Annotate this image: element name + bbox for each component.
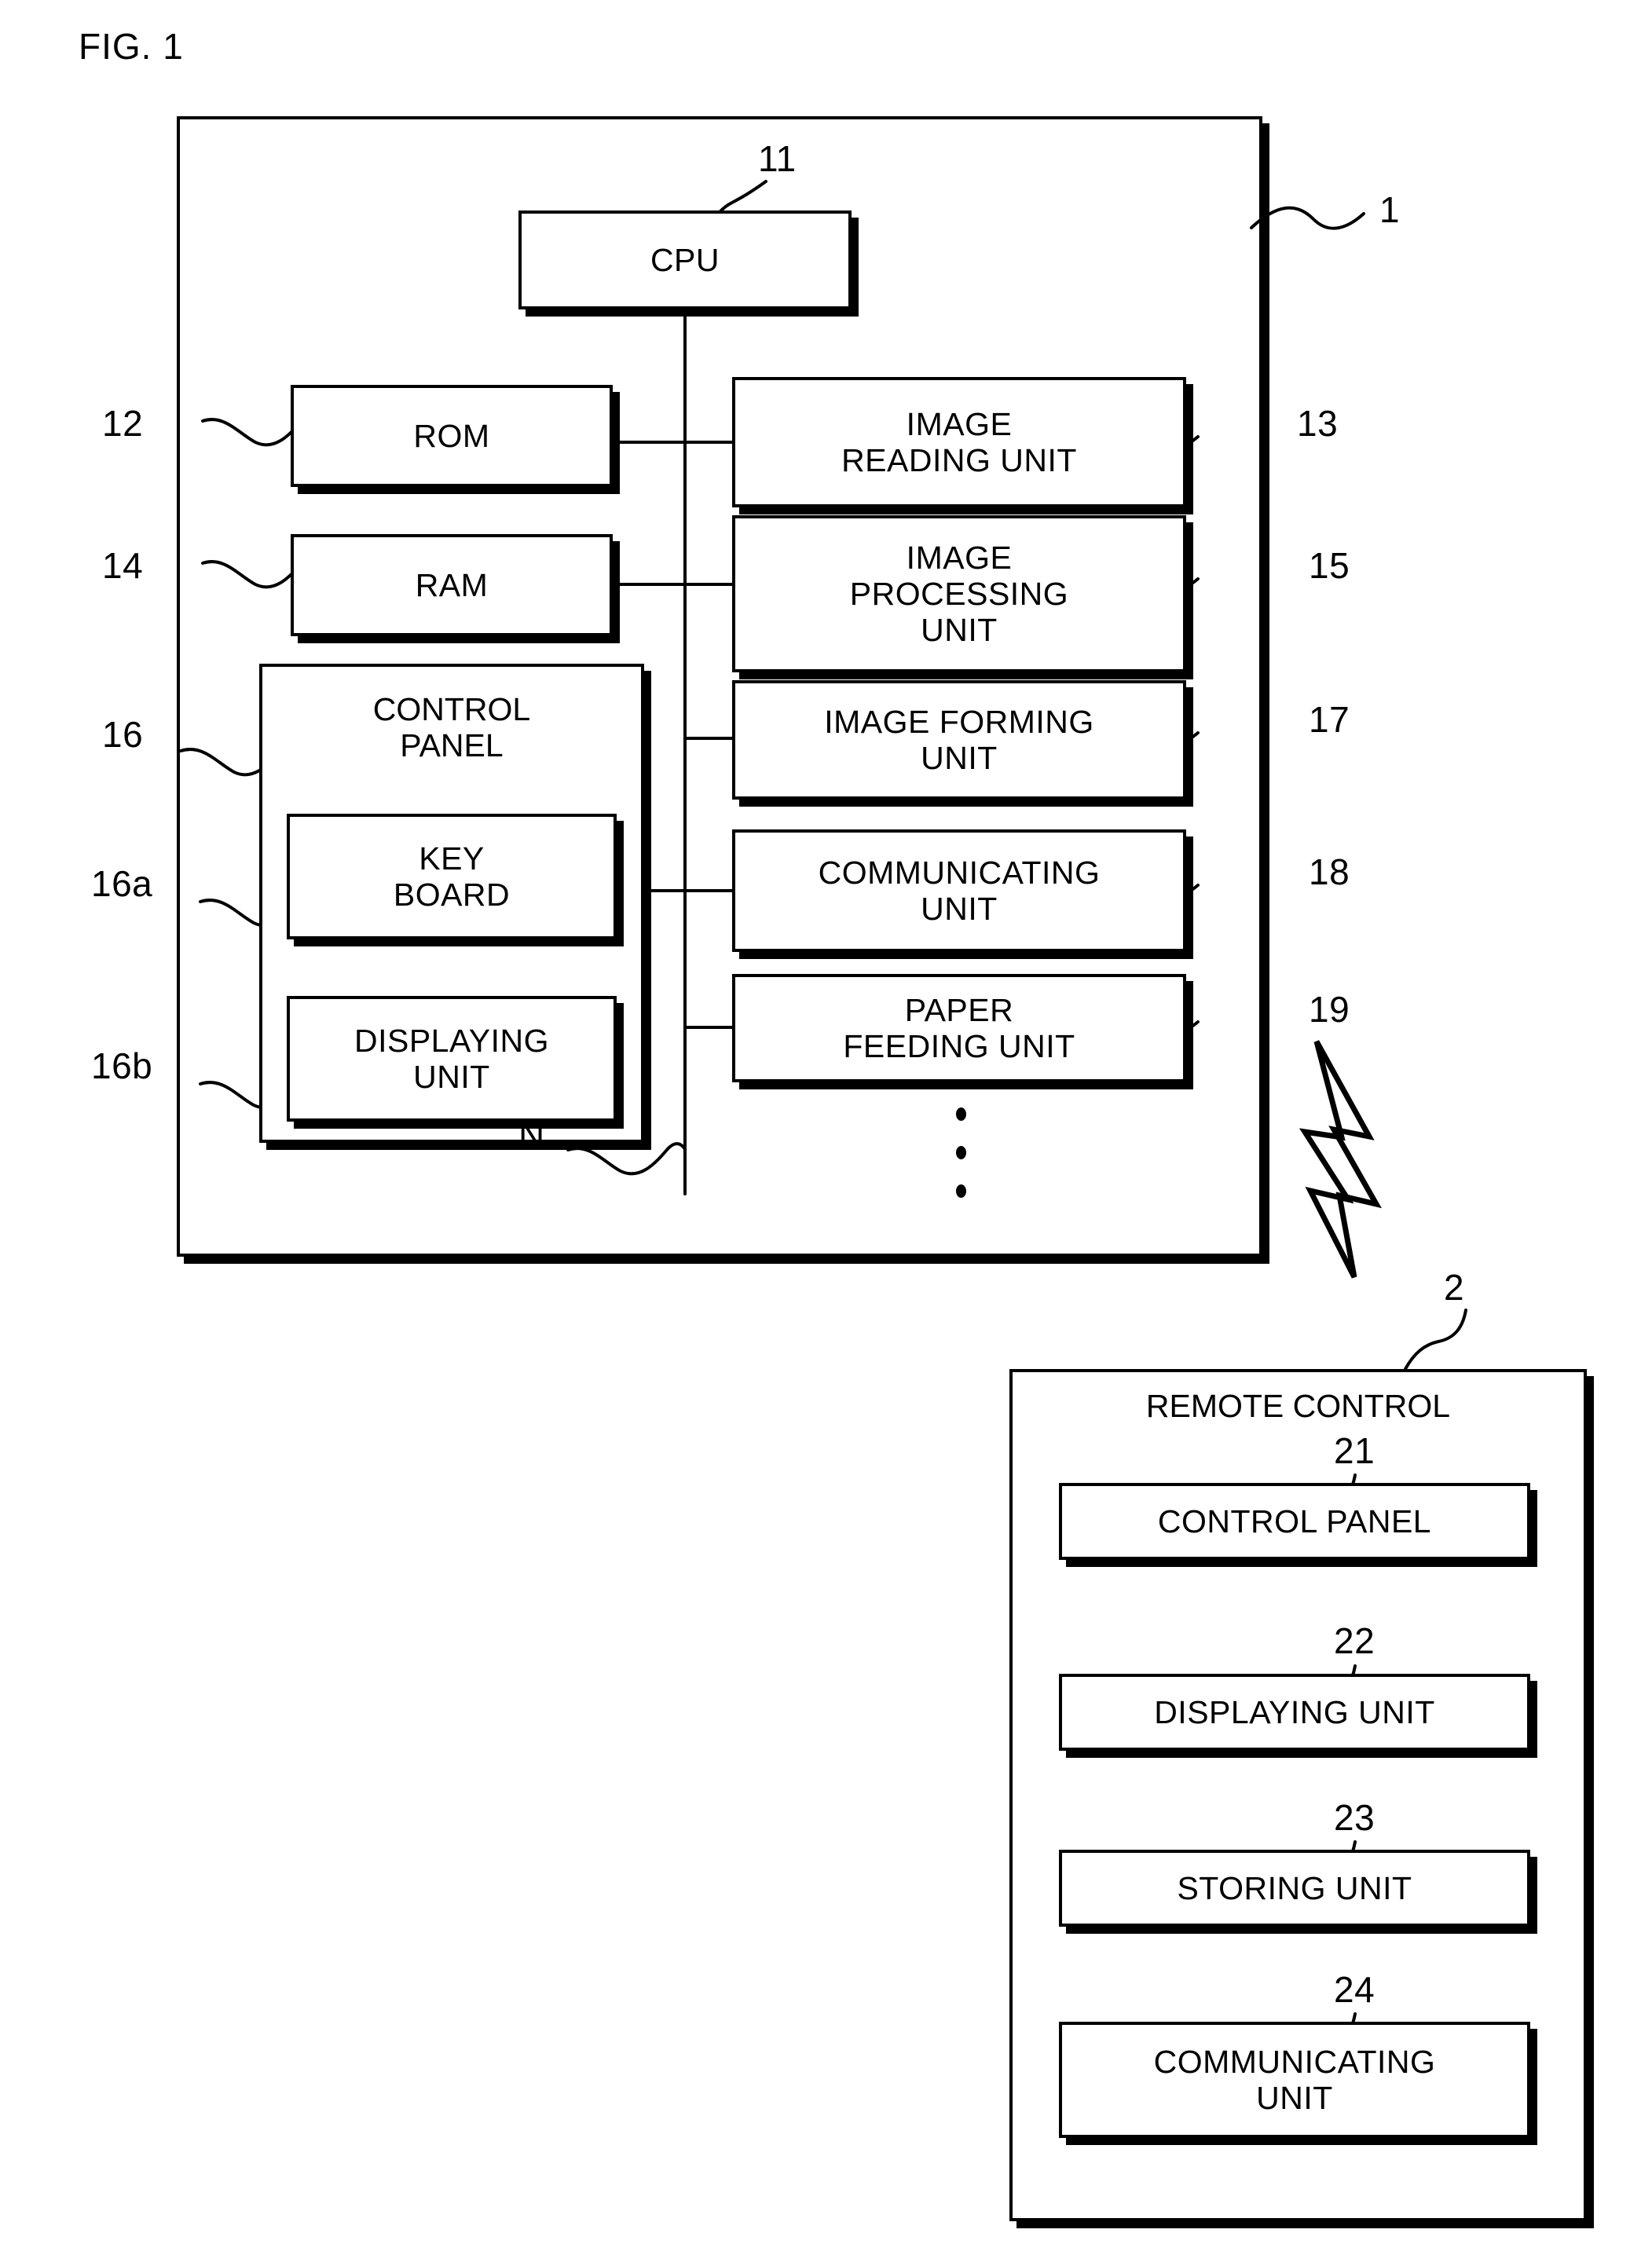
communicating-unit-box: COMMUNICATING UNIT (732, 829, 1186, 952)
ref-label-21: 21 (1334, 1430, 1375, 1471)
dot-3 (955, 1184, 966, 1198)
ref-label-1: 1 (1379, 189, 1401, 230)
remote-control-panel-box: CONTROL PANEL (1059, 1483, 1530, 1560)
ram-label: RAM (415, 566, 489, 603)
key-board-box: KEY BOARD (287, 814, 617, 939)
key-board-label: KEY BOARD (393, 840, 511, 913)
rom-label: ROM (413, 417, 490, 454)
ref-label-19: 19 (1309, 989, 1350, 1030)
remote-control-panel-label: CONTROL PANEL (1157, 1503, 1432, 1539)
ref-label-13: 13 (1297, 403, 1339, 444)
communicating-unit-label: COMMUNICATING UNIT (818, 854, 1101, 927)
image-forming-unit-label: IMAGE FORMING UNIT (824, 703, 1094, 776)
ref-label-18: 18 (1309, 851, 1350, 892)
remote-storing-unit-box: STORING UNIT (1059, 1850, 1530, 1927)
ref-label-2: 2 (1444, 1267, 1465, 1308)
remote-communicating-unit-box: COMMUNICATING UNIT (1059, 2022, 1530, 2138)
image-reading-unit-label: IMAGE READING UNIT (841, 405, 1077, 478)
control-panel-label: CONTROL PANEL (372, 691, 531, 764)
image-reading-unit-box: IMAGE READING UNIT (732, 377, 1186, 507)
lightning-bolt-icon (1299, 1040, 1383, 1279)
displaying-unit-label: DISPLAYING UNIT (353, 1022, 550, 1095)
ref-label-12: 12 (102, 403, 144, 444)
figure-title: FIG. 1 (79, 26, 184, 67)
ref-label-17: 17 (1309, 699, 1350, 740)
dot-2 (955, 1146, 966, 1159)
ref-label-23: 23 (1334, 1797, 1375, 1838)
rom-box: ROM (291, 385, 613, 487)
leader-2 (1404, 1309, 1467, 1371)
ref-label-16b: 16b (91, 1045, 153, 1086)
remote-displaying-unit-box: DISPLAYING UNIT (1059, 1674, 1530, 1751)
remote-control-title: REMOTE CONTROL (1145, 1388, 1451, 1424)
ref-label-16a: 16a (91, 863, 153, 904)
remote-storing-unit-label: STORING UNIT (1177, 1869, 1412, 1906)
ref-label-15: 15 (1309, 545, 1350, 586)
bus-label-n: N (518, 1115, 545, 1155)
displaying-unit-box: DISPLAYING UNIT (287, 996, 617, 1122)
leader-1 (1250, 206, 1365, 230)
cpu-label: CPU (650, 241, 720, 278)
dot-1 (955, 1107, 966, 1121)
ref-label-22: 22 (1334, 1620, 1375, 1661)
ram-box: RAM (291, 534, 613, 636)
figure-page: FIG. 1 1 CPU 11 ROM 12 RAM 14 CONTROL PA… (0, 0, 1652, 2266)
remote-displaying-unit-label: DISPLAYING UNIT (1154, 1693, 1435, 1730)
continuation-dots (953, 1107, 969, 1198)
image-processing-unit-box: IMAGE PROCESSING UNIT (732, 515, 1186, 672)
ref-label-24: 24 (1334, 1969, 1375, 2010)
image-forming-unit-box: IMAGE FORMING UNIT (732, 680, 1186, 800)
image-processing-unit-label: IMAGE PROCESSING UNIT (849, 539, 1069, 649)
cpu-box: CPU (518, 210, 852, 309)
paper-feeding-unit-label: PAPER FEEDING UNIT (843, 991, 1075, 1064)
paper-feeding-unit-box: PAPER FEEDING UNIT (732, 974, 1186, 1082)
remote-communicating-unit-label: COMMUNICATING UNIT (1153, 2043, 1436, 2116)
ref-label-16: 16 (102, 714, 144, 755)
ref-label-14: 14 (102, 545, 144, 586)
ref-label-11: 11 (758, 138, 797, 179)
